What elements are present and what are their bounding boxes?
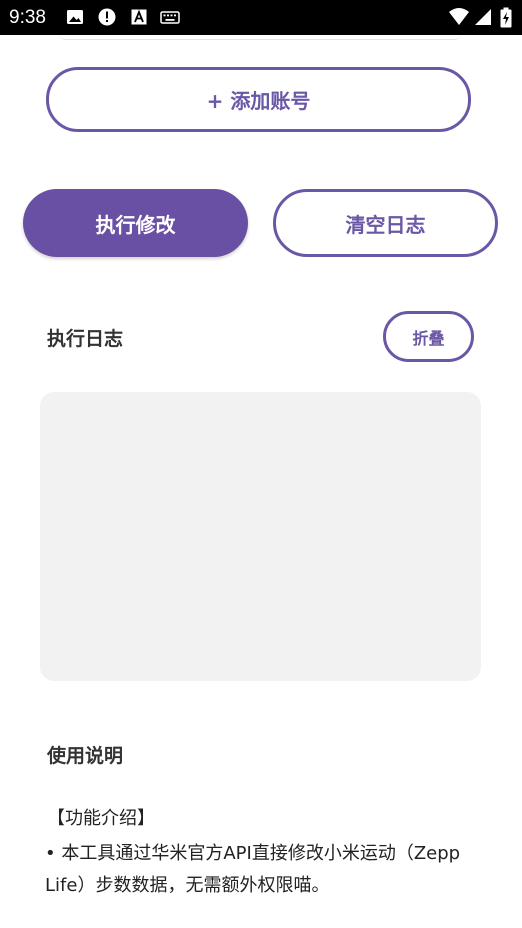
collapse-button[interactable]: 折叠	[383, 311, 474, 362]
clear-log-button[interactable]: 清空日志	[273, 189, 498, 257]
add-account-button[interactable]: + 添加账号	[46, 67, 471, 132]
battery-charging-icon	[500, 7, 512, 28]
alert-icon	[98, 8, 116, 26]
signal-icon	[475, 9, 491, 25]
execute-button[interactable]: 执行修改	[23, 189, 248, 257]
image-icon	[67, 10, 83, 24]
clear-log-label: 清空日志	[345, 212, 426, 237]
status-time: 9:38	[9, 7, 46, 28]
collapse-label: 折叠	[412, 328, 445, 348]
status-bar: 9:38	[0, 0, 522, 35]
a-icon	[131, 9, 147, 25]
wifi-icon	[449, 8, 469, 25]
usage-description: • 本工具通过华米官方API直接修改小米运动（Zepp Life）步数数据，无需…	[45, 843, 461, 896]
usage-section-heading: 【功能介绍】	[47, 808, 155, 829]
card-bottom-edge	[60, 35, 460, 40]
add-account-label: + 添加账号	[206, 89, 311, 113]
usage-title: 使用说明	[47, 745, 124, 767]
execute-label: 执行修改	[95, 212, 176, 237]
log-output[interactable]	[40, 392, 481, 681]
keyboard-icon	[160, 11, 180, 24]
log-title: 执行日志	[47, 328, 124, 350]
